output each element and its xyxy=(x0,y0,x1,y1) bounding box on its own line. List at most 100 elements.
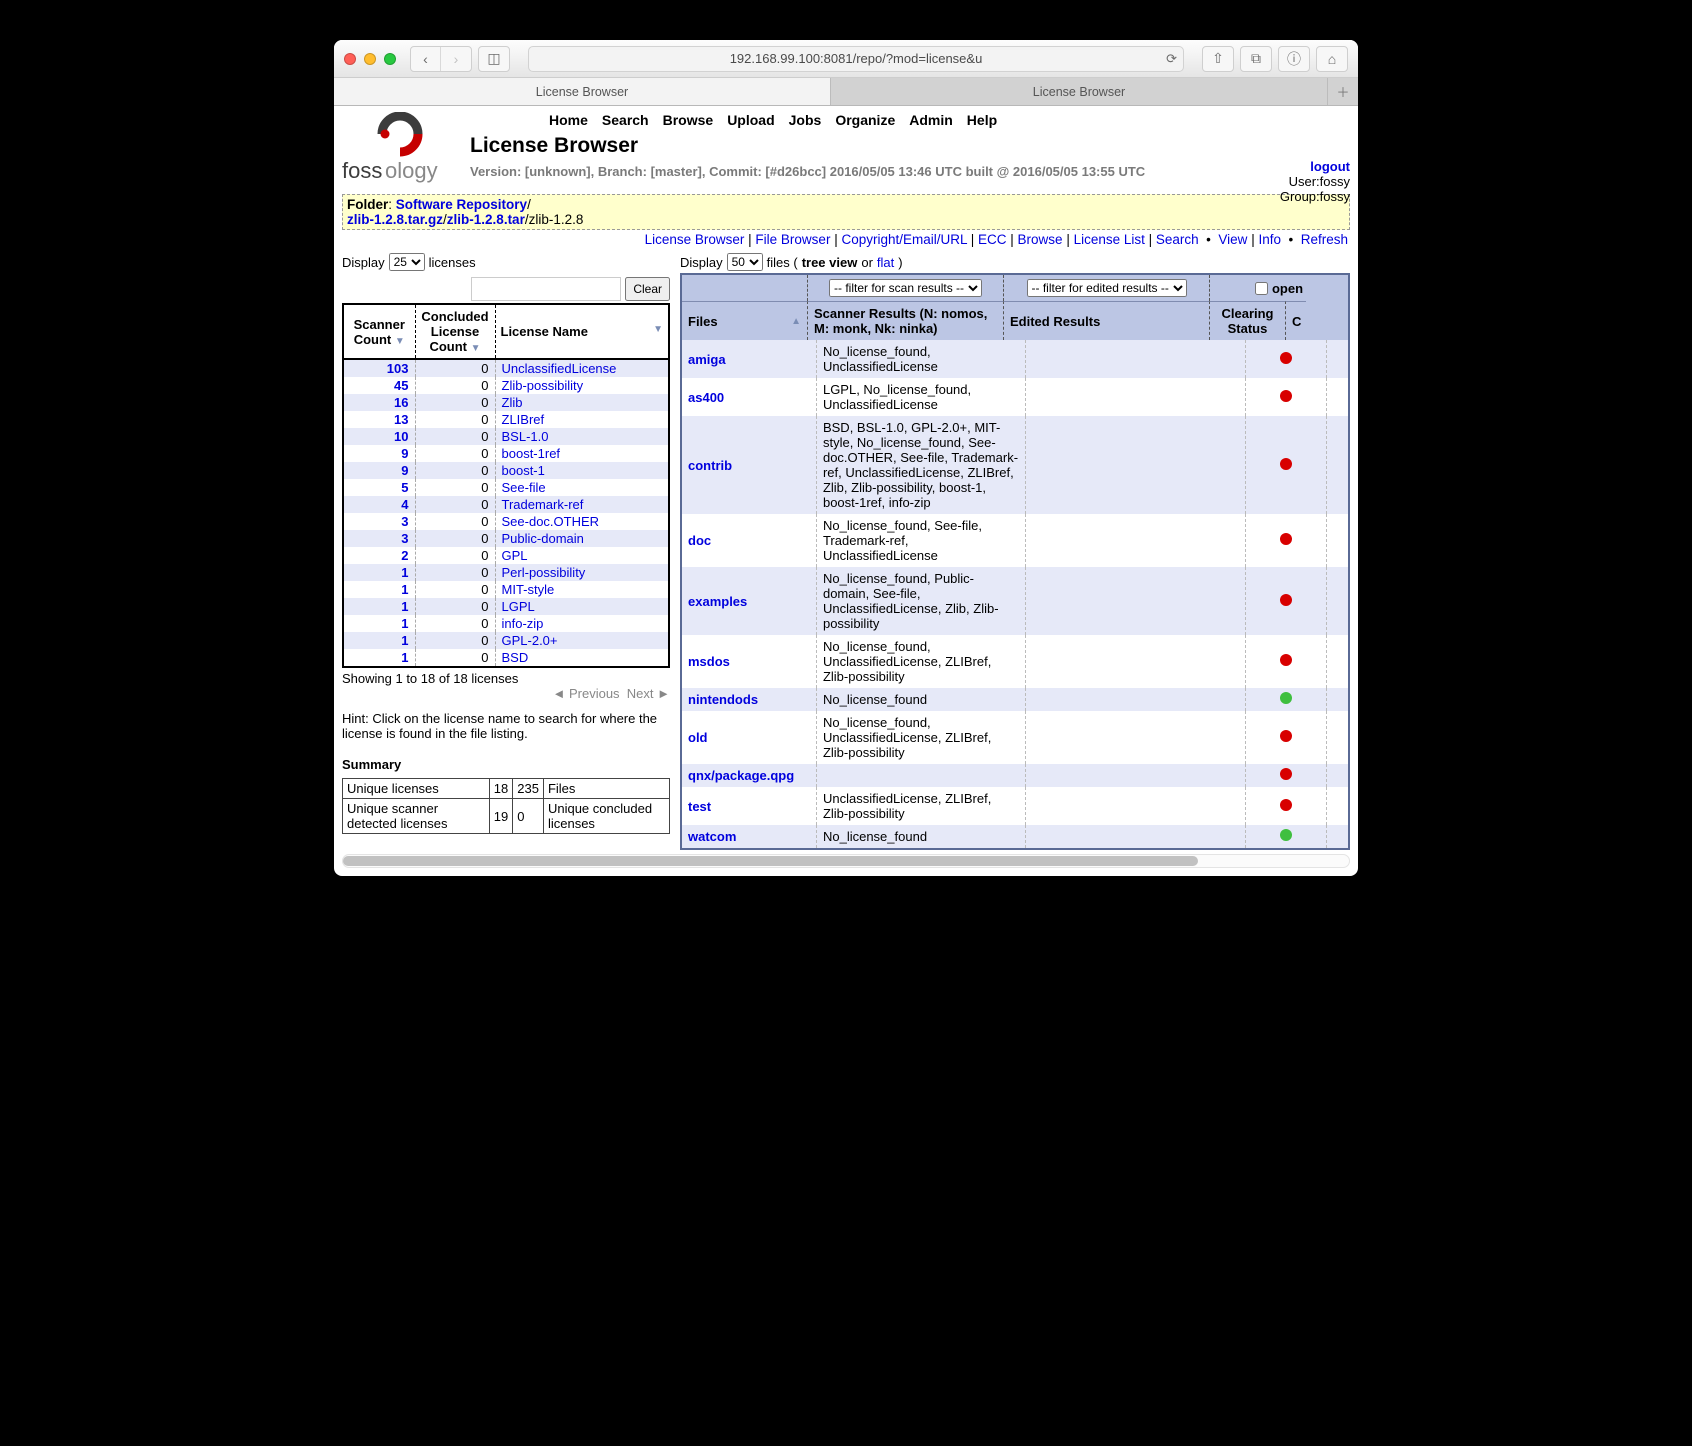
file-link[interactable]: watcom xyxy=(688,829,736,844)
scanner-count[interactable]: 9 xyxy=(343,462,415,479)
open-checkbox[interactable]: open xyxy=(1255,281,1303,296)
col-scanner-results[interactable]: Scanner Results (N: nomos, M: monk, Nk: … xyxy=(808,301,1004,340)
col-license-name[interactable]: License Name ▼ xyxy=(495,304,669,359)
license-name-link[interactable]: Perl-possibility xyxy=(502,565,586,580)
scanner-count[interactable]: 1 xyxy=(343,598,415,615)
sn-ecc[interactable]: ECC xyxy=(978,232,1007,247)
scanner-count[interactable]: 3 xyxy=(343,513,415,530)
col-edited-results[interactable]: Edited Results xyxy=(1004,301,1210,340)
menu-search[interactable]: Search xyxy=(602,112,649,128)
home-button[interactable]: ⌂ xyxy=(1316,46,1348,72)
col-scanner-count[interactable]: Scanner Count ▼ xyxy=(343,304,415,359)
crumb-2[interactable]: zlib-1.2.8.tar xyxy=(447,212,525,227)
license-name-link[interactable]: See-file xyxy=(502,480,546,495)
col-last[interactable]: C xyxy=(1286,301,1306,340)
info-button[interactable]: ⓘ xyxy=(1278,46,1310,72)
menu-organize[interactable]: Organize xyxy=(835,112,895,128)
scanner-count[interactable]: 1 xyxy=(343,581,415,598)
license-name-link[interactable]: MIT-style xyxy=(502,582,555,597)
file-link[interactable]: examples xyxy=(688,594,747,609)
horizontal-scrollbar[interactable] xyxy=(342,854,1350,868)
license-name-link[interactable]: UnclassifiedLicense xyxy=(502,361,617,376)
col-concluded-count[interactable]: Concluded License Count ▼ xyxy=(415,304,495,359)
menu-browse[interactable]: Browse xyxy=(663,112,714,128)
license-name-link[interactable]: Zlib-possibility xyxy=(502,378,584,393)
license-name-link[interactable]: BSD xyxy=(502,650,529,665)
url-bar[interactable]: 192.168.99.100:8081/repo/?mod=license&u … xyxy=(528,46,1184,72)
close-icon[interactable] xyxy=(344,53,356,65)
maximize-icon[interactable] xyxy=(384,53,396,65)
menu-admin[interactable]: Admin xyxy=(909,112,953,128)
license-name-link[interactable]: GPL xyxy=(502,548,528,563)
license-name-link[interactable]: boost-1 xyxy=(502,463,545,478)
reload-icon[interactable]: ⟳ xyxy=(1166,51,1177,67)
scanner-count[interactable]: 5 xyxy=(343,479,415,496)
scanner-count[interactable]: 2 xyxy=(343,547,415,564)
scanner-count[interactable]: 103 xyxy=(343,359,415,377)
sn-info[interactable]: Info xyxy=(1258,232,1281,247)
license-name-link[interactable]: Zlib xyxy=(502,395,523,410)
scanner-count[interactable]: 13 xyxy=(343,411,415,428)
file-link[interactable]: old xyxy=(688,730,708,745)
file-link[interactable]: msdos xyxy=(688,654,730,669)
back-button[interactable]: ‹ xyxy=(411,47,441,71)
menu-home[interactable]: Home xyxy=(549,112,588,128)
license-name-link[interactable]: See-doc.OTHER xyxy=(502,514,600,529)
license-name-link[interactable]: Trademark-ref xyxy=(502,497,584,512)
scanner-count[interactable]: 45 xyxy=(343,377,415,394)
menu-help[interactable]: Help xyxy=(967,112,997,128)
scanner-count[interactable]: 9 xyxy=(343,445,415,462)
crumb-1[interactable]: zlib-1.2.8.tar.gz xyxy=(347,212,443,227)
filter-edited-select[interactable]: -- filter for edited results -- xyxy=(1027,279,1187,297)
scanner-count[interactable]: 4 xyxy=(343,496,415,513)
file-link[interactable]: test xyxy=(688,799,711,814)
license-name-link[interactable]: LGPL xyxy=(502,599,535,614)
forward-button[interactable]: › xyxy=(441,47,471,71)
scanner-count[interactable]: 1 xyxy=(343,649,415,667)
scanner-count[interactable]: 3 xyxy=(343,530,415,547)
scanner-count[interactable]: 16 xyxy=(343,394,415,411)
menu-upload[interactable]: Upload xyxy=(727,112,774,128)
scanner-count[interactable]: 1 xyxy=(343,632,415,649)
flat-link[interactable]: flat xyxy=(877,255,894,270)
license-name-link[interactable]: ZLIBref xyxy=(502,412,545,427)
tab-1[interactable]: License Browser xyxy=(831,78,1328,105)
new-tab-button[interactable]: ＋ xyxy=(1328,78,1358,105)
sidebar-toggle[interactable]: ◫ xyxy=(478,46,510,72)
license-name-link[interactable]: info-zip xyxy=(502,616,544,631)
crumb-0[interactable]: Software Repository xyxy=(396,197,527,212)
scanner-count[interactable]: 1 xyxy=(343,615,415,632)
sn-browse[interactable]: Browse xyxy=(1018,232,1063,247)
file-link[interactable]: as400 xyxy=(688,390,724,405)
sn-copyright[interactable]: Copyright/Email/URL xyxy=(841,232,967,247)
left-display-select[interactable]: 25 xyxy=(389,253,425,271)
license-search-input[interactable] xyxy=(471,277,621,301)
minimize-icon[interactable] xyxy=(364,53,376,65)
file-link[interactable]: doc xyxy=(688,533,711,548)
sn-refresh[interactable]: Refresh xyxy=(1301,232,1348,247)
license-name-link[interactable]: boost-1ref xyxy=(502,446,561,461)
filter-scan-select[interactable]: -- filter for scan results -- xyxy=(829,279,982,297)
tab-0[interactable]: License Browser xyxy=(334,78,831,105)
tabs-button[interactable]: ⧉ xyxy=(1240,46,1272,72)
right-display-select[interactable]: 50 xyxy=(727,253,763,271)
sn-search[interactable]: Search xyxy=(1156,232,1199,247)
clear-button[interactable]: Clear xyxy=(625,277,670,301)
tree-view-link[interactable]: tree view xyxy=(802,255,858,270)
license-name-link[interactable]: BSL-1.0 xyxy=(502,429,549,444)
menu-jobs[interactable]: Jobs xyxy=(789,112,822,128)
col-files[interactable]: Files▲ xyxy=(682,301,808,340)
scanner-count[interactable]: 1 xyxy=(343,564,415,581)
logout-link[interactable]: logout xyxy=(1310,159,1350,174)
scanner-count[interactable]: 10 xyxy=(343,428,415,445)
share-button[interactable]: ⇧ xyxy=(1202,46,1234,72)
sn-license-browser[interactable]: License Browser xyxy=(645,232,745,247)
col-clearing-status[interactable]: Clearing Status xyxy=(1210,301,1286,340)
sn-license-list[interactable]: License List xyxy=(1074,232,1145,247)
license-name-link[interactable]: Public-domain xyxy=(502,531,584,546)
file-link[interactable]: qnx/package.qpg xyxy=(688,768,794,783)
file-link[interactable]: contrib xyxy=(688,458,732,473)
file-link[interactable]: nintendods xyxy=(688,692,758,707)
sn-view[interactable]: View xyxy=(1218,232,1247,247)
license-name-link[interactable]: GPL-2.0+ xyxy=(502,633,558,648)
